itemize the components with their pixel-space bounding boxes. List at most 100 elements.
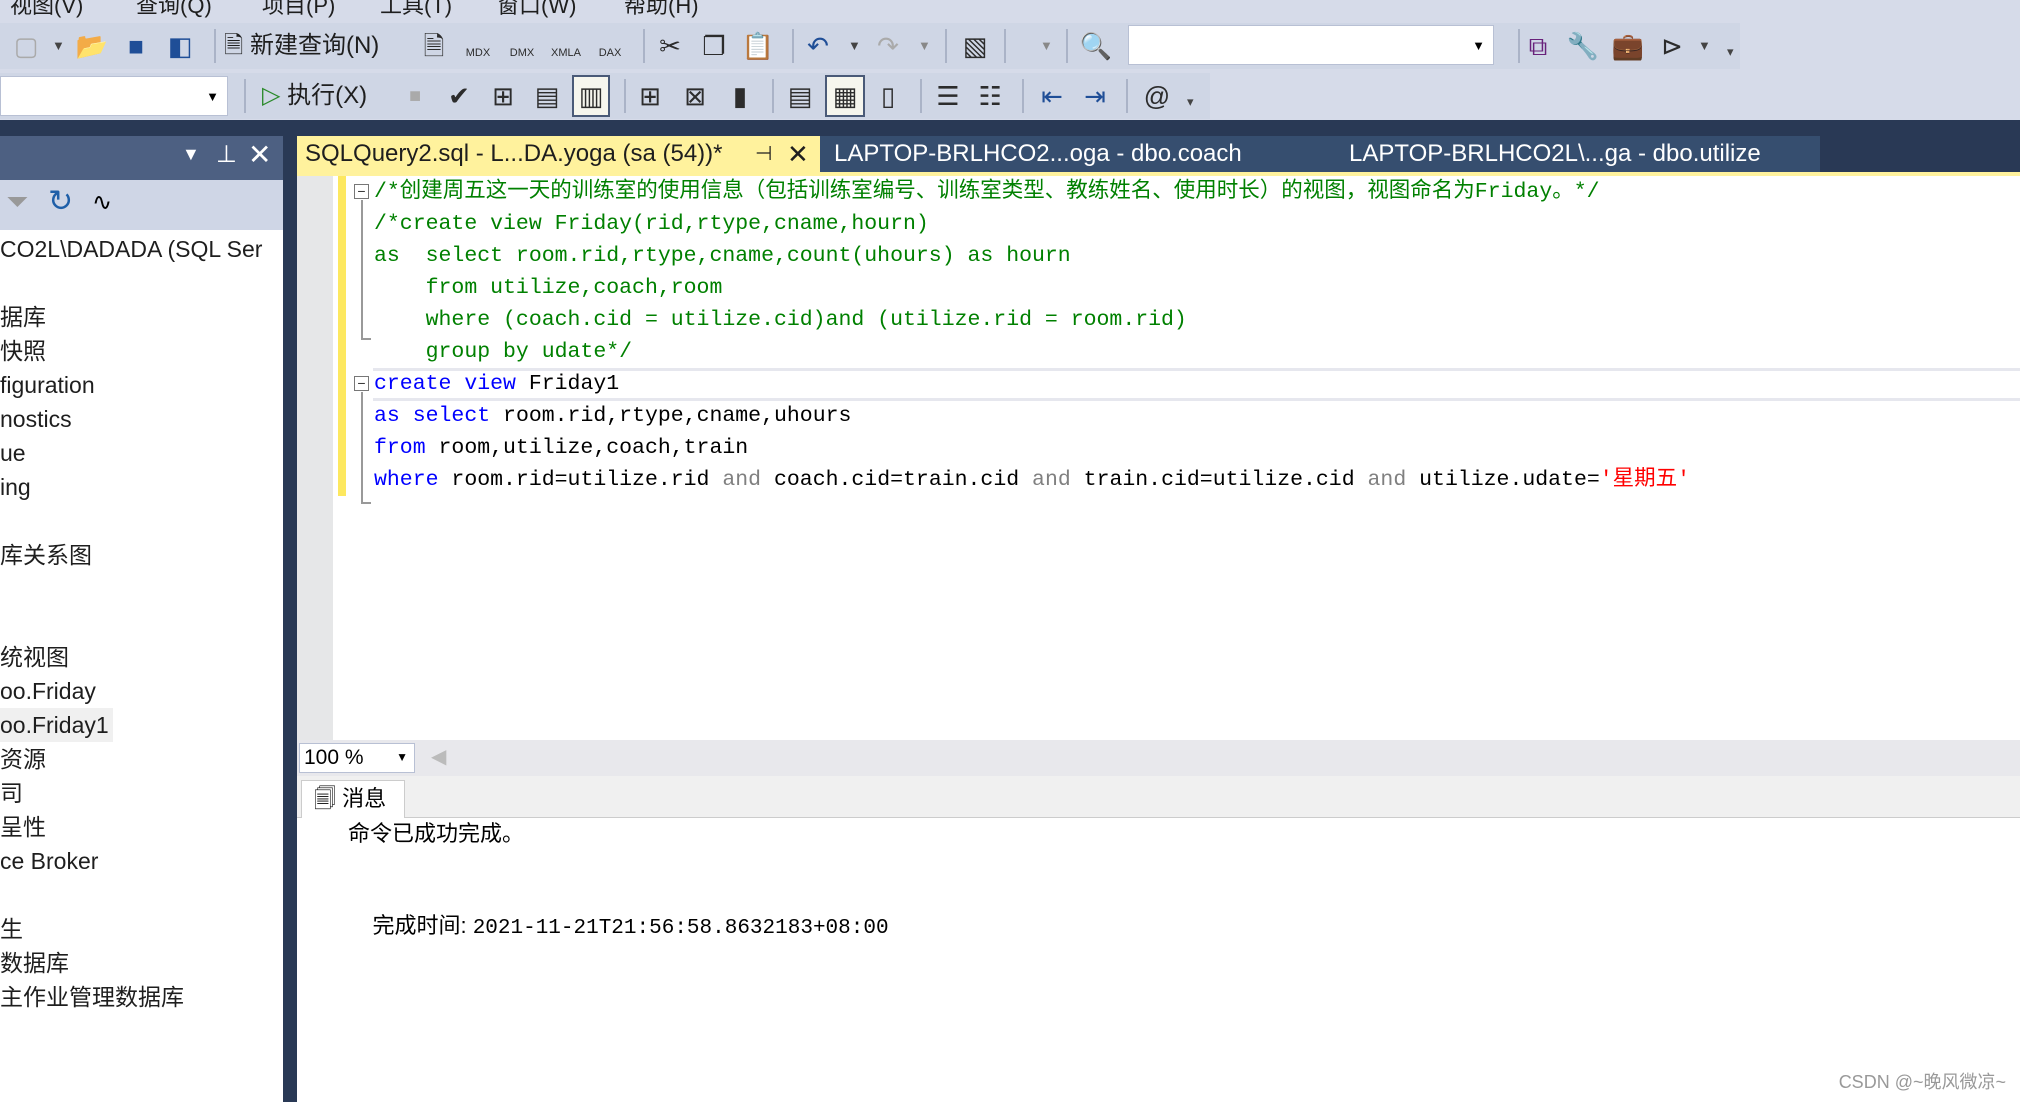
- new-query-button[interactable]: 🗎 新建查询(N): [224, 23, 379, 69]
- tree-item-view-friday1[interactable]: oo.Friday1: [0, 708, 113, 742]
- toolbar-overflow-icon[interactable]: ▾: [1187, 79, 1194, 125]
- tree-item[interactable]: 生: [0, 912, 27, 946]
- command-window-icon[interactable]: ⊳: [1654, 23, 1690, 69]
- tree-item[interactable]: 据库: [0, 300, 50, 334]
- splitter[interactable]: [283, 136, 297, 1102]
- tree-item[interactable]: 统视图: [0, 640, 73, 674]
- code-line[interactable]: create view Friday1: [374, 368, 1690, 400]
- tree-item-view-friday[interactable]: oo.Friday: [0, 674, 100, 708]
- menu-project[interactable]: 项目(P): [262, 0, 335, 20]
- database-select[interactable]: ▼: [0, 76, 228, 116]
- results-to-file-icon[interactable]: ▯: [870, 73, 906, 119]
- tree-item[interactable]: 司: [0, 776, 27, 810]
- code-line[interactable]: /*创建周五这一天的训练室的使用信息（包括训练室编号、训练室类型、教练姓名、使用…: [374, 176, 1690, 208]
- paste-icon[interactable]: 📋: [740, 23, 776, 69]
- save-icon[interactable]: ■: [118, 23, 154, 69]
- code-line[interactable]: from room,utilize,coach,train: [374, 432, 1690, 464]
- tree-item[interactable]: 资源: [0, 742, 50, 776]
- save-all-icon[interactable]: ◧: [162, 23, 198, 69]
- toolbox-icon[interactable]: 💼: [1610, 23, 1646, 69]
- code-line[interactable]: where room.rid=utilize.rid and coach.cid…: [374, 464, 1690, 496]
- tab-utilize[interactable]: LAPTOP-BRLHCO2L\...ga - dbo.utilize: [1341, 136, 1821, 172]
- code-line[interactable]: from utilize,coach,room: [374, 272, 1690, 304]
- code-line[interactable]: as select room.rid,rtype,cname,count(uho…: [374, 240, 1690, 272]
- stop-icon[interactable]: ■: [397, 73, 433, 119]
- zoom-select[interactable]: 100 % ▼: [299, 743, 415, 773]
- redo-icon[interactable]: ↷: [870, 23, 906, 69]
- comment-icon[interactable]: ☰: [930, 73, 966, 119]
- wrench-icon[interactable]: 🔧: [1565, 23, 1601, 69]
- specify-template-values-icon[interactable]: @: [1139, 73, 1175, 119]
- search-combo[interactable]: ▼: [1128, 25, 1494, 65]
- results-to-grid-icon[interactable]: ▦: [825, 75, 865, 117]
- menu-tools[interactable]: 工具(T): [380, 0, 452, 20]
- dropdown-arrow-icon[interactable]: ▼: [52, 23, 65, 69]
- close-icon[interactable]: ✕: [248, 138, 271, 171]
- sql-editor[interactable]: − − /*创建周五这一天的训练室的使用信息（包括训练室编号、训练室类型、教练姓…: [297, 176, 2020, 740]
- cut-icon[interactable]: ✂: [652, 23, 688, 69]
- collapse-icon[interactable]: −: [354, 184, 369, 199]
- pin-icon[interactable]: ⊣: [755, 136, 772, 172]
- tab-sqlquery2[interactable]: SQLQuery2.sql - L...DA.yoga (sa (54))* ⊣…: [297, 136, 820, 172]
- toolbar-overflow-icon[interactable]: ▾: [1727, 29, 1734, 75]
- tree-item[interactable]: 呈性: [0, 810, 50, 844]
- dropdown-arrow-icon[interactable]: ▼: [1040, 23, 1053, 69]
- menu-view[interactable]: 视图(V): [10, 0, 83, 20]
- redo-dropdown-icon[interactable]: ▼: [918, 23, 931, 69]
- tree-item-server[interactable]: CO2L\DADADA (SQL Ser: [0, 232, 266, 266]
- menu-query[interactable]: 查询(Q): [136, 0, 212, 20]
- close-icon[interactable]: ✕: [787, 136, 809, 172]
- tree-item[interactable]: ue: [0, 436, 30, 470]
- query-options-icon[interactable]: ▤: [529, 73, 565, 119]
- tree-item[interactable]: ing: [0, 470, 35, 504]
- execute-button[interactable]: ▷ 执行(X): [262, 73, 367, 119]
- decrease-indent-icon[interactable]: ⇤: [1034, 73, 1070, 119]
- include-plan-icon[interactable]: ⊞: [632, 73, 668, 119]
- activity-monitor-icon[interactable]: ▧: [957, 23, 993, 69]
- code-text[interactable]: /*创建周五这一天的训练室的使用信息（包括训练室编号、训练室类型、教练姓名、使用…: [374, 176, 1690, 496]
- activity-monitor-icon[interactable]: ∿: [92, 188, 112, 217]
- filter-icon[interactable]: ⏷: [6, 186, 28, 219]
- object-explorer-toolbar: ⏷ ↻ ∿: [0, 180, 283, 230]
- undo-icon[interactable]: ↶: [800, 23, 836, 69]
- tree-item[interactable]: 数据库: [0, 946, 73, 980]
- results-to-text-icon[interactable]: ▤: [782, 73, 818, 119]
- code-token: Friday1: [515, 372, 620, 396]
- tree-item[interactable]: 快照: [0, 334, 50, 368]
- refresh-icon[interactable]: ↻: [48, 184, 73, 219]
- find-in-files-icon[interactable]: 🔍: [1078, 23, 1114, 69]
- tree-item[interactable]: ce Broker: [0, 844, 102, 878]
- parse-check-icon[interactable]: ✔: [441, 73, 477, 119]
- tree-item[interactable]: 主作业管理数据库: [0, 980, 188, 1014]
- copy-icon[interactable]: ❐: [696, 23, 732, 69]
- client-stats-icon[interactable]: ▮: [722, 73, 758, 119]
- open-folder-icon[interactable]: 📂: [74, 23, 110, 69]
- display-plan-icon[interactable]: ⊞: [485, 73, 521, 119]
- tree-item[interactable]: figuration: [0, 368, 99, 402]
- menu-window[interactable]: 窗口(W): [497, 0, 576, 20]
- code-line[interactable]: group by udate*/: [374, 336, 1690, 368]
- code-line[interactable]: where (coach.cid = utilize.cid)and (util…: [374, 304, 1690, 336]
- collapse-icon[interactable]: −: [354, 376, 369, 391]
- undo-dropdown-icon[interactable]: ▼: [848, 23, 861, 69]
- new-project-icon[interactable]: ▢: [8, 23, 44, 69]
- scroll-left-icon[interactable]: ◀: [431, 744, 446, 769]
- tree-item[interactable]: 库关系图: [0, 538, 96, 572]
- intellisense-icon[interactable]: ▥: [572, 75, 610, 117]
- code-line[interactable]: /*create view Friday(rid,rtype,cname,hou…: [374, 208, 1690, 240]
- tab-messages[interactable]: 🗐 消息: [301, 780, 405, 819]
- visual-studio-icon[interactable]: ⧉: [1520, 23, 1556, 69]
- code-token: train.cid=utilize.cid: [1070, 468, 1368, 492]
- increase-indent-icon[interactable]: ⇥: [1077, 73, 1113, 119]
- query-icon[interactable]: 🗎: [416, 23, 452, 69]
- dropdown-arrow-icon[interactable]: ▼: [182, 144, 200, 165]
- pin-icon[interactable]: ⊥: [216, 140, 237, 169]
- tree-item[interactable]: nostics: [0, 402, 76, 436]
- menu-help[interactable]: 帮助(H): [624, 0, 699, 20]
- uncomment-icon[interactable]: ☷: [972, 73, 1008, 119]
- live-stats-icon[interactable]: ⊠: [677, 73, 713, 119]
- code-token: view: [464, 372, 516, 396]
- code-line[interactable]: as select room.rid,rtype,cname,uhours: [374, 400, 1690, 432]
- dropdown-arrow-icon[interactable]: ▼: [1698, 23, 1711, 69]
